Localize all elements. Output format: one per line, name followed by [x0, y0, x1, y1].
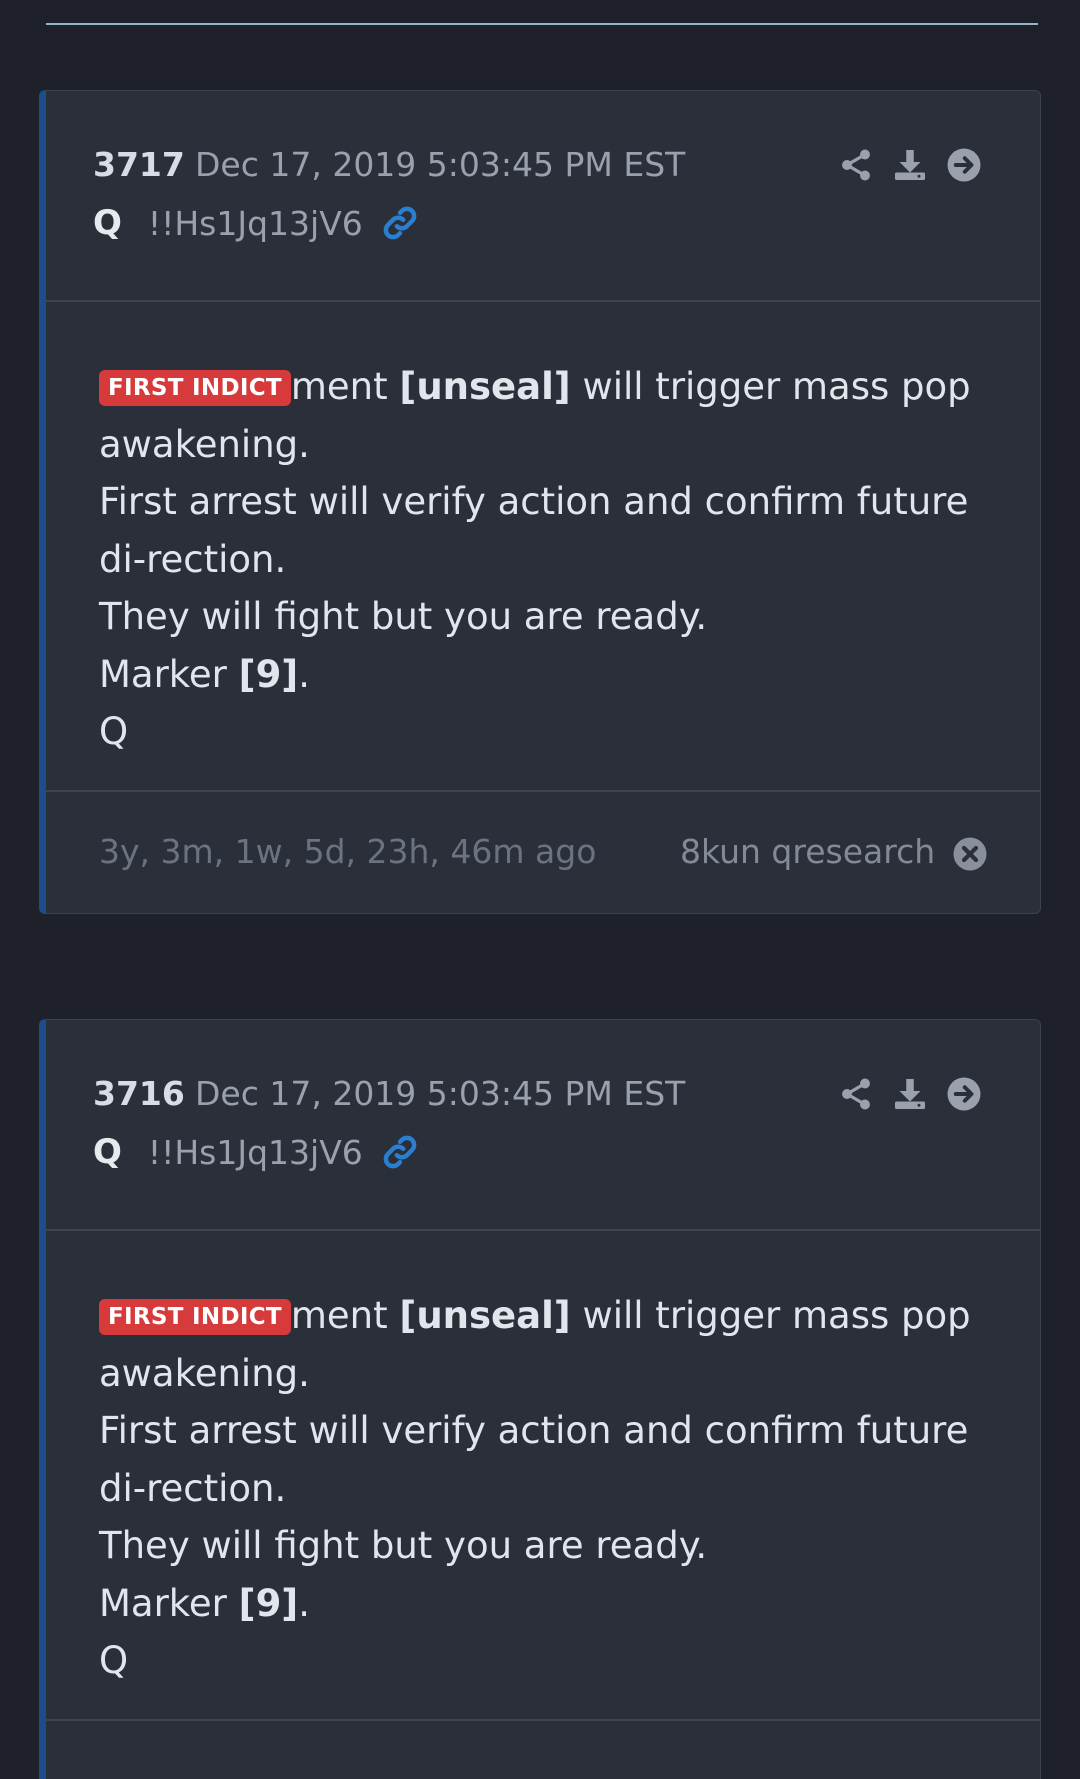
- text-bold: [unseal]: [399, 365, 571, 408]
- post-text: FIRST INDICT ment [unseal] will trigger m…: [99, 1287, 984, 1690]
- post-card: 3717 Dec 17, 2019 5:03:45 PM EST Q !!Hs1…: [39, 90, 1041, 914]
- tripcode: !!Hs1Jq13jV6: [147, 1132, 363, 1172]
- post-actions: [820, 147, 982, 183]
- post-number: 3716: [93, 1074, 185, 1113]
- post-body: FIRST INDICT ment [unseal] will trigger m…: [46, 1231, 1040, 1721]
- post-header: 3716 Dec 17, 2019 5:03:45 PM EST Q !!Hs1…: [46, 1020, 1040, 1231]
- share-icon[interactable]: [838, 1076, 874, 1112]
- author-line: Q !!Hs1Jq13jV6: [93, 1132, 419, 1172]
- text-segment: Marker: [99, 1581, 239, 1625]
- post-body: FIRST INDICT ment [unseal] will trigger m…: [46, 302, 1040, 792]
- signature: Q: [99, 1639, 129, 1682]
- arrow-right-circle-icon[interactable]: [946, 147, 982, 183]
- tripcode: !!Hs1Jq13jV6: [147, 203, 363, 243]
- link-icon[interactable]: [381, 204, 419, 242]
- post-footer: 3y, 3m, 1w, 5d, 23h, 46m ago 8kun qresea…: [46, 792, 1040, 913]
- divider: [46, 23, 1038, 25]
- text-segment: ment: [290, 1294, 400, 1337]
- arrow-right-circle-icon[interactable]: [946, 1076, 982, 1112]
- author-name: Q: [93, 1132, 122, 1172]
- share-icon[interactable]: [838, 147, 874, 183]
- close-icon[interactable]: [952, 836, 988, 872]
- time-ago: 3y, 3m, 1w, 5d, 23h, 46m ago: [99, 832, 597, 871]
- text-segment: ment: [290, 365, 400, 408]
- tag-badge: FIRST INDICT: [99, 370, 291, 406]
- download-icon[interactable]: [892, 1076, 928, 1112]
- text-bold: [9]: [238, 1581, 299, 1625]
- post-actions: [820, 1076, 982, 1112]
- author-name: Q: [93, 203, 122, 243]
- text-segment: .: [298, 652, 310, 696]
- text-bold: [unseal]: [399, 1294, 571, 1337]
- text-segment: Marker: [99, 652, 239, 696]
- author-line: Q !!Hs1Jq13jV6: [93, 203, 419, 243]
- post-date: Dec 17, 2019 5:03:45 PM EST: [195, 1074, 686, 1113]
- source-label[interactable]: 8kun qresearch: [680, 832, 935, 871]
- tag-badge: FIRST INDICT: [99, 1299, 291, 1335]
- text-line: First arrest will verify action and conf…: [99, 480, 969, 581]
- download-icon[interactable]: [892, 147, 928, 183]
- text-segment: .: [298, 1581, 310, 1625]
- signature: Q: [99, 710, 129, 753]
- post-text: FIRST INDICT ment [unseal] will trigger m…: [99, 358, 984, 761]
- post-number: 3717: [93, 145, 185, 184]
- text-line: They will fight but you are ready.: [99, 595, 708, 638]
- top-bar: [0, 0, 1080, 28]
- post-card: 3716 Dec 17, 2019 5:03:45 PM EST Q !!Hs1…: [39, 1019, 1041, 1779]
- link-icon[interactable]: [381, 1133, 419, 1171]
- text-line: They will fight but you are ready.: [99, 1524, 708, 1567]
- text-line: First arrest will verify action and conf…: [99, 1409, 969, 1510]
- post-header: 3717 Dec 17, 2019 5:03:45 PM EST Q !!Hs1…: [46, 91, 1040, 302]
- post-date: Dec 17, 2019 5:03:45 PM EST: [195, 145, 686, 184]
- text-bold: [9]: [238, 652, 299, 696]
